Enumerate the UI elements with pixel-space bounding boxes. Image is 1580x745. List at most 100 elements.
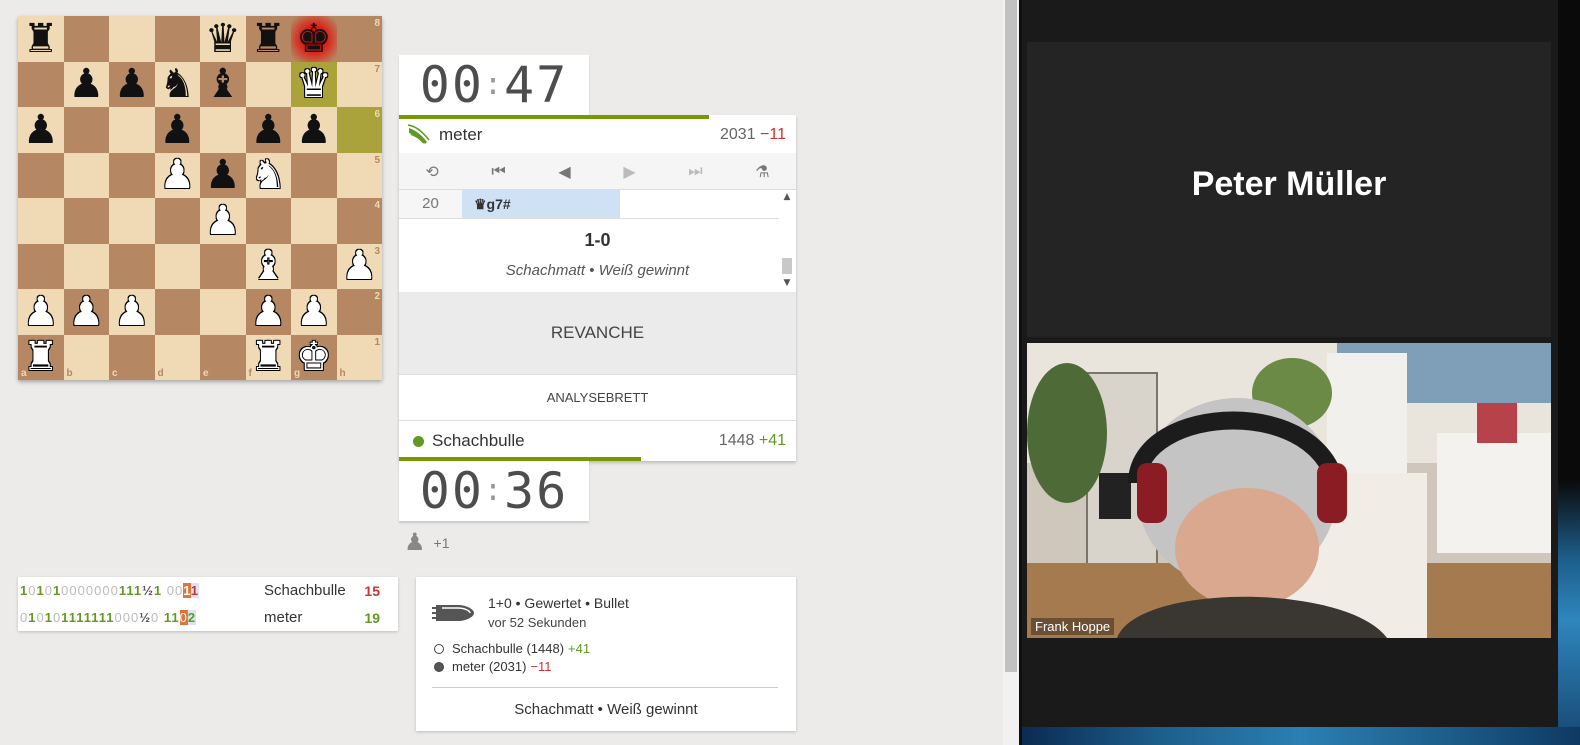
square-a5[interactable]: [18, 152, 64, 198]
square-h4[interactable]: 4: [336, 198, 382, 244]
scroll-thumb[interactable]: [782, 258, 792, 274]
white-pawn-icon[interactable]: ♟: [155, 153, 201, 199]
player-name[interactable]: Schachbulle: [432, 431, 525, 451]
square-b4[interactable]: [63, 198, 109, 244]
first-move-icon[interactable]: ⏮: [491, 161, 505, 181]
square-e3[interactable]: [200, 243, 246, 289]
participant-video[interactable]: Frank Hoppe: [1027, 343, 1551, 638]
player-rating: 1448 +41: [719, 432, 786, 450]
white-pawn-icon[interactable]: ♟: [291, 289, 337, 335]
material-difference: ♟ +1: [404, 528, 449, 557]
black-knight-icon[interactable]: ♞: [155, 62, 201, 108]
white-pawn-icon[interactable]: ♟: [109, 289, 155, 335]
black-king-icon[interactable]: ♚: [291, 16, 337, 62]
scroll-up-icon[interactable]: ▲: [780, 192, 794, 202]
file-label: d: [157, 368, 164, 379]
previous-move-icon[interactable]: ◀: [558, 162, 570, 181]
white-queen-icon[interactable]: ♛: [291, 62, 337, 108]
scroll-down-icon[interactable]: ▼: [780, 278, 794, 288]
square-h5[interactable]: 5: [336, 152, 382, 198]
square-h6[interactable]: 6: [336, 107, 382, 153]
divider: [432, 687, 778, 688]
move-list-scrollbar[interactable]: ▲ ▼: [780, 192, 794, 290]
square-b3[interactable]: [63, 243, 109, 289]
square-e1[interactable]: e: [200, 334, 246, 380]
square-g3[interactable]: [291, 243, 337, 289]
square-f7[interactable]: [245, 61, 291, 107]
page-scrollbar[interactable]: [1003, 0, 1019, 745]
square-h1[interactable]: 1h: [336, 334, 382, 380]
game-result: 1-0: [584, 230, 611, 250]
black-pawn-icon[interactable]: ♟: [291, 107, 337, 153]
square-b5[interactable]: [63, 152, 109, 198]
black-pawn-icon[interactable]: ♟: [64, 62, 110, 108]
square-b8[interactable]: [63, 16, 109, 62]
square-c8[interactable]: [109, 16, 155, 62]
white-knight-icon[interactable]: ♞: [246, 153, 292, 199]
rematch-button[interactable]: REVANCHE: [399, 292, 796, 375]
wings-icon: [407, 124, 430, 144]
analysis-board-button[interactable]: ANALYSEBRETT: [399, 375, 796, 421]
square-d4[interactable]: [154, 198, 200, 244]
white-rook-icon[interactable]: ♜: [246, 335, 292, 381]
black-pawn-icon[interactable]: ♟: [155, 107, 201, 153]
rank-label: 8: [374, 18, 380, 29]
next-move-icon[interactable]: ▶: [623, 162, 635, 181]
square-g4[interactable]: [291, 198, 337, 244]
white-king-icon[interactable]: ♚: [291, 335, 337, 381]
square-e2[interactable]: [200, 289, 246, 335]
chess-board[interactable]: 8 7 6 5 4 3 2 a b c d e f g 1 h ♜ ♛ ♜ ♚ ♟ ♟ ♞ ♝ ♛ ♟ ♟ ♟ ♟ ♟ ♟ ♞ ♟ ♝ ♟ ♟ ♟ ♟ ♟ ♟…: [18, 16, 382, 380]
square-b1[interactable]: b: [63, 334, 109, 380]
square-e6[interactable]: [200, 107, 246, 153]
square-a3[interactable]: [18, 243, 64, 289]
flip-board-icon[interactable]: ⟲: [425, 162, 438, 181]
square-g5[interactable]: [291, 152, 337, 198]
black-rook-icon[interactable]: ♜: [246, 16, 292, 62]
square-c5[interactable]: [109, 152, 155, 198]
analysis-icon[interactable]: ⚗: [755, 162, 769, 181]
white-pawn-icon[interactable]: ♟: [18, 289, 64, 335]
square-d3[interactable]: [154, 243, 200, 289]
white-bishop-icon[interactable]: ♝: [246, 244, 292, 290]
white-pawn-icon[interactable]: ♟: [337, 244, 383, 290]
black-pawn-icon[interactable]: ♟: [109, 62, 155, 108]
move-san[interactable]: ♛g7#: [462, 190, 620, 218]
move-controls: ⟲ ⏮ ◀ ▶ ⏭ ⚗: [399, 153, 796, 190]
white-pawn-icon[interactable]: ♟: [64, 289, 110, 335]
black-pawn-icon[interactable]: ♟: [200, 153, 246, 199]
square-h8[interactable]: 8: [336, 16, 382, 62]
last-move-icon[interactable]: ⏭: [688, 161, 702, 181]
square-d2[interactable]: [154, 289, 200, 335]
black-bishop-icon[interactable]: ♝: [200, 62, 246, 108]
black-pawn-icon[interactable]: ♟: [246, 107, 292, 153]
square-h7[interactable]: 7: [336, 61, 382, 107]
black-player-info: meter (2031) −11: [434, 659, 552, 674]
move-list[interactable]: 20 ♛g7# 1-0 Schachmatt • Weiß gewinnt ▲ …: [399, 190, 796, 292]
square-d8[interactable]: [154, 16, 200, 62]
white-rook-icon[interactable]: ♜: [18, 335, 64, 381]
square-h2[interactable]: 2: [336, 289, 382, 335]
page-scroll-thumb[interactable]: [1005, 0, 1017, 672]
square-a4[interactable]: [18, 198, 64, 244]
white-pawn-icon[interactable]: ♟: [246, 289, 292, 335]
square-d1[interactable]: d: [154, 334, 200, 380]
black-player-name[interactable]: meter (2031): [452, 659, 526, 674]
white-pawn-icon[interactable]: ♟: [200, 198, 246, 244]
white-player-diff: +41: [568, 641, 591, 656]
square-a7[interactable]: [18, 61, 64, 107]
file-label: b: [66, 368, 73, 379]
white-player-name[interactable]: Schachbulle (1448): [452, 641, 564, 656]
opponent-name[interactable]: meter: [439, 125, 482, 145]
square-f4[interactable]: [245, 198, 291, 244]
square-c6[interactable]: [109, 107, 155, 153]
participant-tile[interactable]: Peter Müller: [1027, 42, 1551, 337]
black-rook-icon[interactable]: ♜: [18, 16, 64, 62]
square-c1[interactable]: c: [109, 334, 155, 380]
file-label: e: [203, 368, 209, 379]
square-b6[interactable]: [63, 107, 109, 153]
square-c3[interactable]: [109, 243, 155, 289]
black-dot-icon: [434, 661, 444, 672]
black-queen-icon[interactable]: ♛: [200, 16, 246, 62]
square-c4[interactable]: [109, 198, 155, 244]
black-pawn-icon[interactable]: ♟: [18, 107, 64, 153]
